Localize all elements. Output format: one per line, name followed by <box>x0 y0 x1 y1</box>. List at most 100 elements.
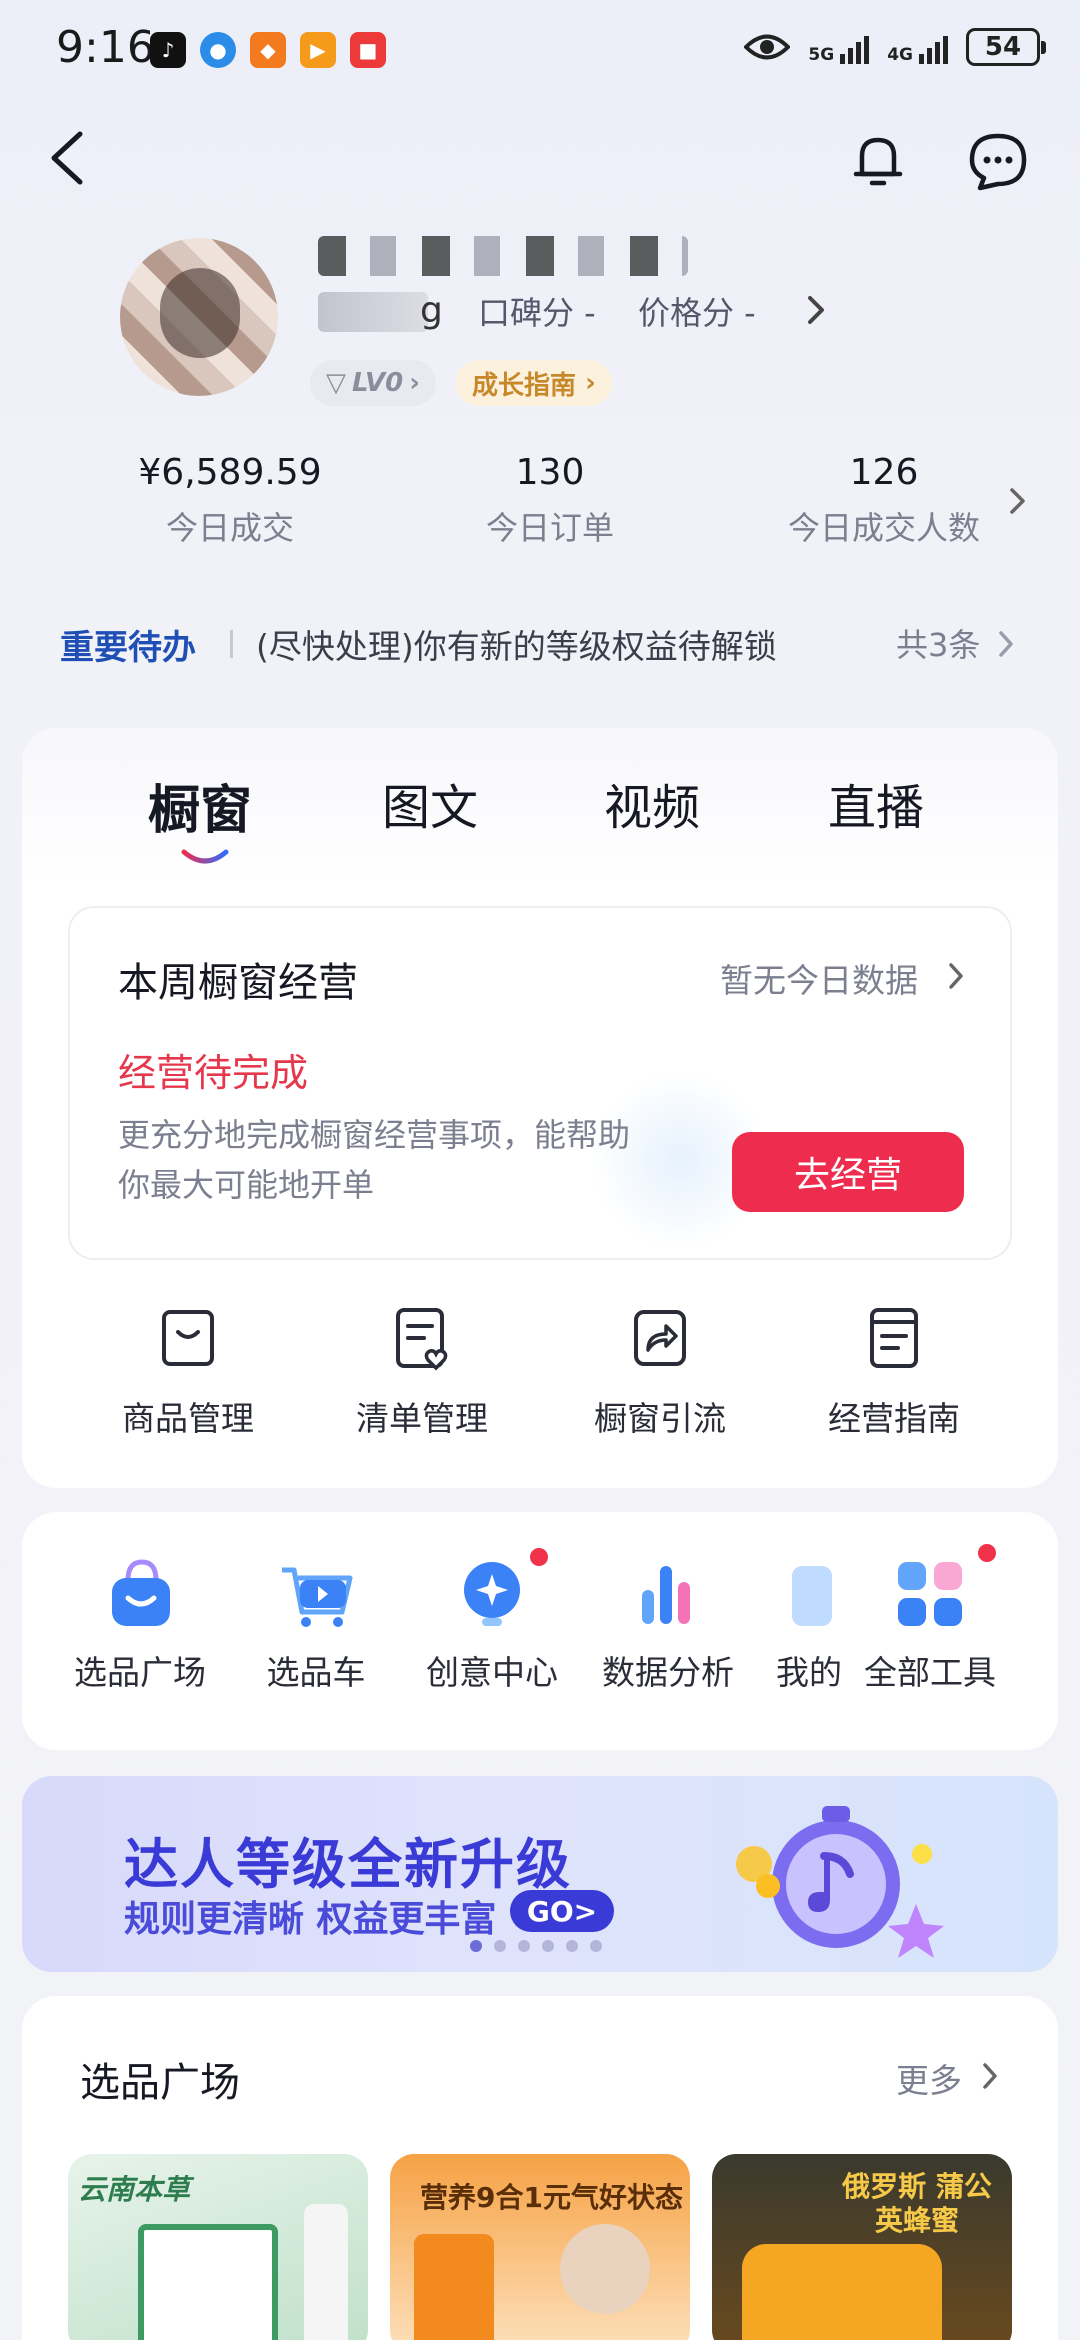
tool-label: 清单管理 <box>356 1399 488 1438</box>
browser-notification-icon: ● <box>200 32 236 68</box>
battery-icon: 54 <box>966 28 1046 66</box>
carousel-dot[interactable] <box>518 1940 530 1952</box>
chevron-right-icon[interactable] <box>802 292 830 328</box>
carousel-dot[interactable] <box>494 1940 506 1952</box>
growth-guide-label: 成长指南 <box>472 370 577 401</box>
tool-label: 选品车 <box>266 1653 366 1692</box>
tab-live[interactable]: 直播 <box>828 768 924 838</box>
message-icon[interactable] <box>966 130 1030 194</box>
tool-product-management[interactable]: 商品管理 <box>78 1302 298 1440</box>
stat-label: 今日成交 <box>165 509 294 547</box>
level-chevron-icon: ▽ <box>326 368 346 398</box>
carousel-dot[interactable] <box>470 1940 482 1952</box>
product-label: 营养9合1元气好状态 <box>420 2181 683 2214</box>
stat-value: 126 <box>849 452 919 493</box>
price-score[interactable]: 价格分 - <box>638 288 756 334</box>
tool-operation-guide[interactable]: 经营指南 <box>784 1302 1004 1440</box>
status-time: 9:16 <box>56 22 155 73</box>
subtitle-tail: g <box>420 290 443 331</box>
avatar[interactable] <box>120 238 278 396</box>
stopwatch-music-icon <box>736 1806 944 1958</box>
business-title: 本周橱窗经营 <box>118 960 358 1006</box>
stat-today-sales[interactable]: ¥6,589.59 今日成交 <box>80 452 380 549</box>
quick-tool-selection-cart[interactable]: 选品车 <box>226 1552 406 1694</box>
notification-dot <box>530 1548 548 1566</box>
shop-notification-icon: ■ <box>350 32 386 68</box>
tiktok-notification-icon: ♪ <box>150 32 186 68</box>
business-status: 经营待完成 <box>118 1051 309 1095</box>
level-label: LV0 <box>352 368 404 398</box>
share-icon <box>634 1310 686 1366</box>
product-label: 云南本草 <box>78 2173 191 2206</box>
back-button[interactable] <box>40 128 100 188</box>
bag-icon <box>162 1310 214 1366</box>
product-card[interactable]: 营养9合1元气好状态 <box>390 2154 690 2340</box>
no-data-link[interactable]: 暂无今日数据 <box>720 954 918 1002</box>
tab-showcase[interactable]: 橱窗 <box>148 768 252 843</box>
list-heart-icon <box>396 1308 448 1371</box>
stat-label: 今日订单 <box>485 509 614 547</box>
tab-graphic[interactable]: 图文 <box>382 768 478 838</box>
tool-label: 创意中心 <box>426 1653 558 1692</box>
signal-5g-icon: 5G <box>808 30 870 64</box>
quick-tool-selection-square[interactable]: 选品广场 <box>50 1552 230 1694</box>
quick-tool-data-analysis[interactable]: 数据分析 <box>578 1552 758 1694</box>
tool-label: 橱窗引流 <box>594 1399 726 1438</box>
chevron-right-icon: › <box>576 368 596 398</box>
koubei-score[interactable]: 口碑分 - <box>478 288 596 334</box>
business-description: 更充分地完成橱窗经营事项，能帮助你最大可能地开单 <box>118 1116 631 1204</box>
stat-label: 今日成交人数 <box>787 509 980 547</box>
product-bottle-image <box>414 2234 494 2340</box>
banner-go-button[interactable]: GO> <box>510 1890 614 1932</box>
tab-active-indicator <box>181 849 229 864</box>
eye-icon <box>744 34 791 60</box>
chevron-right-icon[interactable] <box>944 960 968 992</box>
signal-4g-icon: 4G <box>887 30 948 64</box>
todo-count[interactable]: 共3条 <box>896 620 980 666</box>
quick-tool-mine[interactable]: 我的 <box>742 1552 852 1694</box>
chevron-right-icon[interactable] <box>978 2060 1002 2092</box>
todo-title: 重要待办 <box>60 628 196 668</box>
notification-dot <box>978 1544 996 1562</box>
stat-value: ¥6,589.59 <box>138 452 322 493</box>
quick-tool-all-tools[interactable]: 全部工具 <box>840 1544 1020 1694</box>
tool-showcase-traffic[interactable]: 橱窗引流 <box>550 1302 770 1440</box>
carousel-dot[interactable] <box>566 1940 578 1952</box>
subtitle-blurred <box>318 292 428 332</box>
todo-text[interactable]: (尽快处理)你有新的等级权益待解锁 <box>256 620 777 668</box>
growth-guide-badge[interactable]: 成长指南 › <box>456 360 612 406</box>
go-operate-button[interactable]: 去经营 <box>732 1132 964 1212</box>
chevron-right-icon[interactable] <box>994 628 1018 660</box>
level-badge[interactable]: ▽ LV0 › <box>310 360 436 406</box>
carousel-dots <box>470 1940 602 1952</box>
signal-4g-label: 4G <box>887 45 913 65</box>
stat-today-orders[interactable]: 130 今日订单 <box>400 452 700 549</box>
product-card[interactable]: 云南本草 <box>68 2154 368 2340</box>
product-box-image <box>138 2224 278 2340</box>
chevron-right-icon: › <box>409 368 420 398</box>
carousel-dot[interactable] <box>590 1940 602 1952</box>
section-title: 选品广场 <box>80 2060 240 2106</box>
product-spray-image <box>304 2204 348 2340</box>
bell-icon[interactable] <box>848 130 908 190</box>
divider <box>230 630 233 658</box>
tool-label: 我的 <box>776 1653 842 1692</box>
chevron-right-icon[interactable] <box>1004 484 1030 518</box>
stat-today-buyers[interactable]: 126 今日成交人数 <box>734 452 1034 549</box>
tool-label: 全部工具 <box>864 1653 996 1692</box>
tool-label: 经营指南 <box>828 1399 960 1438</box>
tab-video[interactable]: 视频 <box>604 768 700 838</box>
product-card[interactable]: 俄罗斯 蒲公英蜂蜜 <box>712 2154 1012 2340</box>
carousel-dot[interactable] <box>542 1940 554 1952</box>
product-person-image <box>560 2224 650 2314</box>
bar-chart-icon <box>642 1566 690 1624</box>
quick-tool-creative-center[interactable]: 创意中心 <box>402 1548 582 1694</box>
product-honey-image <box>742 2244 942 2340</box>
stat-value: 130 <box>515 452 585 493</box>
tool-list-management[interactable]: 清单管理 <box>312 1302 532 1440</box>
more-link[interactable]: 更多 <box>896 2054 962 2102</box>
tool-label: 数据分析 <box>602 1653 734 1692</box>
video-notification-icon: ▶ <box>300 32 336 68</box>
shopping-bag-icon <box>112 1559 170 1626</box>
banner-subtitle: 规则更清晰 权益更丰富 <box>124 1899 497 1940</box>
